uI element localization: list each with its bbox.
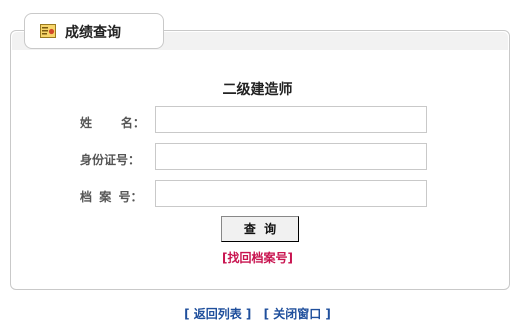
query-button[interactable]: 查 询 (221, 216, 299, 242)
name-label: 姓 名： (80, 116, 145, 130)
recover-archive-number-link[interactable]: [找回档案号] (0, 249, 515, 266)
back-to-list-link[interactable]: [ 返回列表 ] (184, 307, 251, 321)
archive-number-input[interactable] (155, 180, 427, 207)
archive-number-label: 档 案 号： (80, 190, 143, 204)
id-number-input[interactable] (155, 143, 427, 170)
certificate-icon (40, 24, 56, 38)
name-input[interactable] (155, 106, 427, 133)
close-window-link[interactable]: [ 关闭窗口 ] (264, 307, 331, 321)
id-number-label: 身份证号： (80, 153, 141, 167)
form-title: 二级建造师 (222, 82, 293, 98)
score-query-tab: 成绩查询 (24, 13, 164, 49)
tab-title: 成绩查询 (65, 25, 121, 41)
footer-links: [ 返回列表 ] [ 关闭窗口 ] (0, 305, 515, 322)
